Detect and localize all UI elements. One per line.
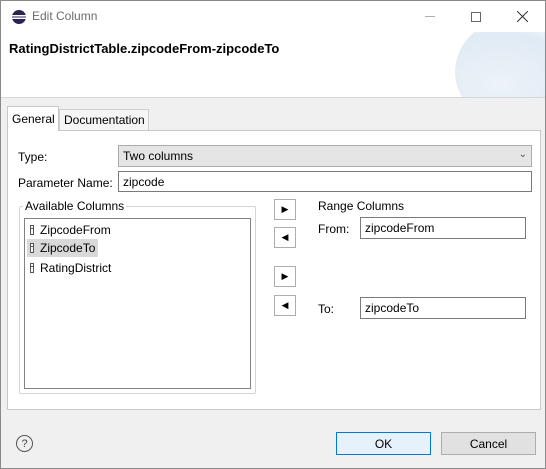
from-label: From: — [318, 222, 350, 236]
maximize-icon — [471, 11, 481, 22]
list-item-ratingdistrict[interactable]: RatingDistrict — [27, 259, 114, 277]
column-icon — [30, 263, 34, 273]
maximize-button[interactable] — [453, 1, 499, 32]
eclipse-app-icon — [12, 10, 26, 24]
type-label: Type: — [18, 150, 48, 164]
column-icon — [30, 243, 34, 253]
close-icon — [516, 11, 528, 22]
add-from-button[interactable]: ▶ — [274, 199, 296, 220]
arrow-left-icon: ◀ — [281, 232, 289, 242]
cancel-button[interactable]: Cancel — [441, 432, 536, 455]
close-button[interactable] — [499, 1, 545, 32]
arrow-right-icon: ▶ — [281, 204, 289, 214]
parameter-name-label: Parameter Name: — [18, 176, 113, 190]
arrow-left-icon: ◀ — [281, 300, 289, 310]
type-select[interactable]: Two columns ⌄ — [118, 145, 532, 167]
help-icon[interactable]: ? — [16, 435, 33, 452]
available-columns-list[interactable]: ZipcodeFrom ZipcodeTo RatingDistrict — [24, 218, 251, 389]
edit-column-dialog: Edit Column RatingDistrictTable.zipcodeF… — [0, 0, 546, 469]
tab-documentation[interactable]: Documentation — [59, 109, 149, 130]
arrow-right-icon: ▶ — [281, 271, 289, 281]
list-item-label: ZipcodeFrom — [40, 223, 111, 237]
ok-button[interactable]: OK — [336, 432, 431, 455]
list-item-zipcodeto[interactable]: ZipcodeTo — [27, 239, 99, 257]
tab-general[interactable]: General — [7, 106, 59, 131]
parameter-name-input[interactable]: zipcode — [118, 171, 532, 192]
to-label: To: — [318, 302, 335, 316]
type-select-value: Two columns — [123, 149, 194, 163]
dialog-heading: RatingDistrictTable.zipcodeFrom-zipcodeT… — [9, 41, 280, 56]
remove-to-button[interactable]: ◀ — [274, 295, 296, 316]
add-to-button[interactable]: ▶ — [274, 266, 296, 287]
column-icon — [30, 225, 34, 235]
window-title: Edit Column — [32, 9, 98, 23]
title-bar: Edit Column — [1, 1, 545, 32]
list-item-zipcodefrom[interactable]: ZipcodeFrom — [27, 221, 114, 239]
available-columns-label: Available Columns — [23, 199, 127, 213]
range-columns-title: Range Columns — [318, 199, 405, 213]
from-field[interactable]: zipcodeFrom — [360, 217, 526, 239]
dialog-header: RatingDistrictTable.zipcodeFrom-zipcodeT… — [1, 32, 545, 98]
minimize-icon — [425, 16, 435, 17]
minimize-button[interactable] — [407, 1, 453, 32]
to-field[interactable]: zipcodeTo — [360, 297, 526, 319]
list-item-label: RatingDistrict — [40, 261, 112, 275]
header-decoration — [455, 32, 545, 97]
list-item-label: ZipcodeTo — [40, 241, 96, 255]
remove-from-button[interactable]: ◀ — [274, 227, 296, 248]
chevron-down-icon: ⌄ — [518, 149, 527, 160]
